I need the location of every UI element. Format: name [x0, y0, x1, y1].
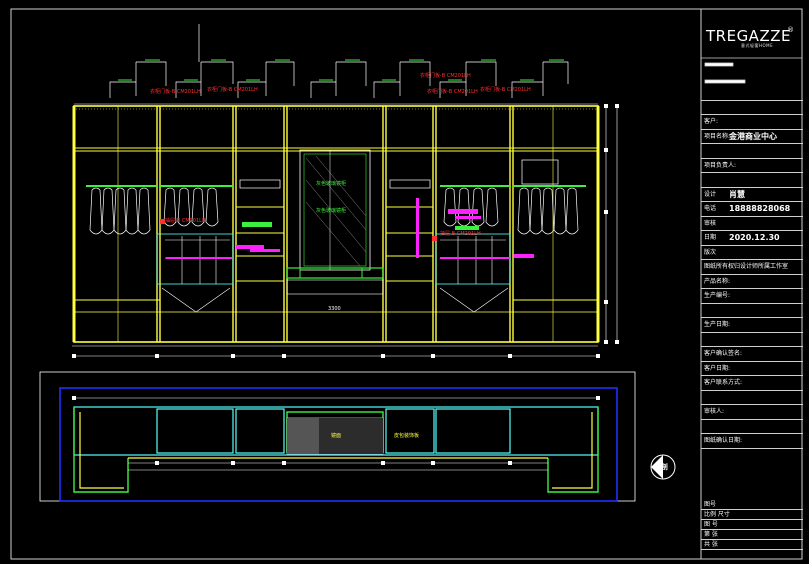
compass-label: 1剖 — [656, 463, 668, 471]
dimension-bottom: 3300 — [328, 306, 341, 312]
title-block: 客户: 项目名称: 金港商业中心项目负责人: 设计 肖慧电话 18888828068 审核日… — [701, 0, 803, 560]
title-block-label: 项目名称: — [704, 132, 731, 140]
title-block-row: 客户日期: — [701, 362, 803, 376]
title-block-row: 设计 肖慧 — [701, 188, 803, 202]
title-block-label: 客户日期: — [704, 364, 731, 372]
annotation-drawer-1: 抽屉-B CM201LH — [165, 218, 206, 224]
title-block-row — [701, 86, 803, 101]
annotation-door-5: 衣柜门板-B CM201LH — [480, 87, 531, 93]
annotation-drawer-2: 抽屉-B CM201LH — [440, 231, 481, 237]
title-block-row — [701, 173, 803, 188]
title-block-row: 项目名称: 金港商业中心 — [701, 130, 803, 144]
title-block-row: 客户确认签名: — [701, 347, 803, 362]
plan-label-mirror: 镜面 — [331, 433, 342, 439]
title-block-row: 审核 — [701, 217, 803, 231]
annotation-door-4: 衣柜门板-B CM201LH — [427, 89, 478, 95]
title-block-value: 金港商业中心 — [729, 131, 777, 141]
title-block-bottom-row: 图号 — [701, 500, 803, 510]
cad-drawing — [10, 8, 803, 560]
title-block-row: 版次 — [701, 246, 803, 260]
plan-label-panel: 皮包装饰板 — [394, 433, 420, 439]
title-block-row: 客户联系方式: — [701, 376, 803, 391]
title-block-label: 图纸确认日期: — [704, 437, 743, 444]
title-block-label: 客户确认签名: — [704, 350, 743, 357]
title-block-label: 版次 — [704, 248, 717, 256]
elevation-view — [72, 24, 619, 358]
title-block-label: 项目负责人: — [704, 161, 737, 169]
title-block-row: 客户: — [701, 115, 803, 130]
title-block-value: 肖慧 — [729, 189, 745, 199]
title-block-label: 设计 — [704, 190, 717, 198]
plan-view — [39, 371, 676, 502]
title-block-bottom-row: 共 张 — [701, 540, 803, 550]
title-block-row: 生产编号: — [701, 289, 803, 304]
title-block-row: 图纸确认日期: — [701, 434, 803, 449]
title-block-row: 生产日期: — [701, 318, 803, 333]
title-block-row: 产品名称: — [701, 275, 803, 289]
title-block-row: 审核人: — [701, 405, 803, 420]
title-block-value: 2020.12.30 — [729, 233, 780, 242]
title-block-row — [701, 391, 803, 405]
title-block-label: 产品名称: — [704, 277, 731, 285]
title-block-label: 图纸所有权归设计师所属工作室 — [704, 263, 789, 270]
annotation-mirror-2: 灰色玻璃镜柜 — [316, 208, 347, 214]
title-block-label: 生产日期: — [704, 321, 731, 328]
title-block-row — [701, 333, 803, 347]
annotation-door-3: 衣柜门板-B CM201LH — [420, 73, 471, 79]
title-block-label: 审核 — [704, 219, 717, 227]
annotation-door-1: 衣柜门板-B CM201LH — [150, 89, 201, 95]
title-block-bottom-row: 第 张 — [701, 530, 803, 540]
title-block-row — [701, 420, 803, 434]
title-block-label: 电话 — [704, 205, 717, 212]
title-block-label: 审核人: — [704, 408, 725, 415]
title-block-row: 项目负责人: — [701, 159, 803, 173]
annotation-door-2: 衣柜门板-B CM201LH — [207, 87, 258, 93]
title-block-label: 客户联系方式: — [704, 379, 743, 386]
title-block-label: 日期 — [704, 234, 717, 241]
title-block-bottom-row: 比例 尺寸 — [701, 510, 803, 520]
title-block-row: 日期 2020.12.30 — [701, 231, 803, 246]
title-block-row — [701, 304, 803, 318]
annotation-mirror-1: 灰色玻璃镜柜 — [316, 181, 347, 187]
title-block-label: 生产编号: — [704, 292, 731, 299]
title-block-bottom-row: 图 号 — [701, 520, 803, 530]
title-block-row: 电话 18888828068 — [701, 202, 803, 217]
title-block-label: 客户: — [704, 118, 719, 125]
title-block-row: 图纸所有权归设计师所属工作室 — [701, 260, 803, 275]
title-block-row — [701, 144, 803, 159]
title-block-row — [701, 101, 803, 115]
title-block-value: 18888828068 — [729, 204, 791, 213]
